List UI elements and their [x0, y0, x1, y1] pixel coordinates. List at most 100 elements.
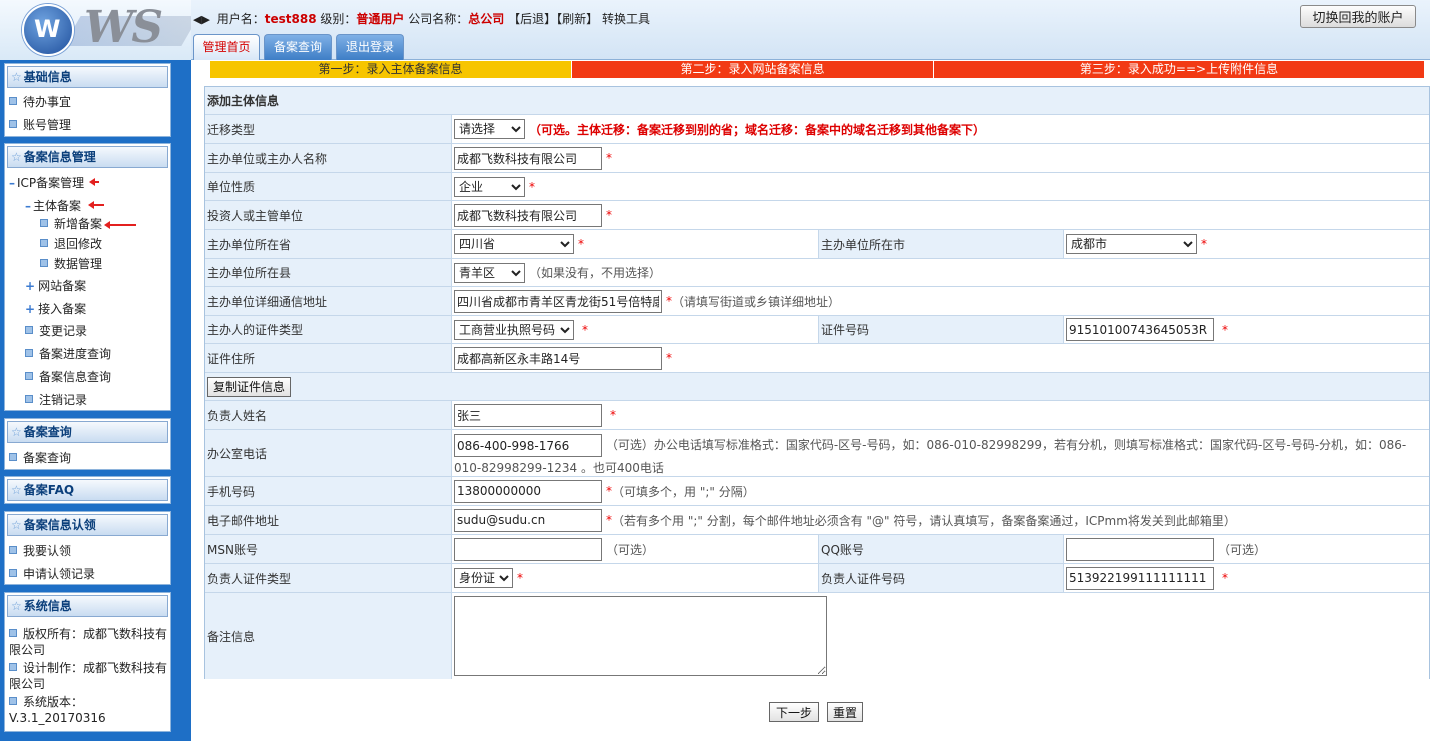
- province-label: 主办单位所在省: [205, 230, 452, 258]
- sidebar-item-access[interactable]: + 接入备案: [25, 300, 86, 317]
- row-mobile: 手机号码 * （可填多个，用 ";" 分隔）: [205, 477, 1429, 506]
- sidebar-item-todo[interactable]: 待办事宜: [9, 93, 71, 110]
- copy-cert-button[interactable]: 复制证件信息: [207, 376, 292, 397]
- sidebar-item-query[interactable]: 备案查询: [9, 449, 71, 466]
- app-logo: W WS: [0, 0, 199, 60]
- msn-input[interactable]: [454, 537, 602, 561]
- address-input[interactable]: [454, 289, 662, 313]
- county-label: 主办单位所在县: [205, 259, 452, 286]
- row-remark: 备注信息: [205, 593, 1429, 679]
- org-nature-select[interactable]: 企业: [454, 176, 525, 197]
- person-name-input[interactable]: [454, 403, 602, 427]
- migrate-type-select[interactable]: 请选择: [454, 119, 525, 139]
- red-arrow-icon: [89, 178, 99, 186]
- square-icon: [9, 120, 17, 128]
- cert-no-input[interactable]: [1066, 318, 1214, 341]
- top-bar: ◀▶ 用户名：test888 级别：普通用户 公司名称：总公司 【后退】【刷新】…: [191, 0, 1430, 60]
- office-phone-input[interactable]: [454, 434, 602, 457]
- sidebar-item-subject[interactable]: – 主体备案: [25, 197, 81, 214]
- cert-type-select[interactable]: 工商营业执照号码: [454, 319, 574, 340]
- email-input[interactable]: [454, 508, 602, 532]
- row-cert: 主办人的证件类型 工商营业执照号码 * 证件号码 *: [205, 316, 1429, 344]
- square-icon: [25, 349, 33, 357]
- minus-icon: –: [9, 176, 15, 190]
- row-person-cert: 负责人证件类型 身份证 * 负责人证件号码 *: [205, 564, 1429, 593]
- back-link[interactable]: 【后退】: [508, 12, 556, 26]
- msn-label: MSN账号: [205, 535, 452, 563]
- sidebar-item-claim-records[interactable]: 申请认领记录: [9, 565, 95, 582]
- square-icon: [9, 546, 17, 554]
- sidebar-item-progress[interactable]: 备案进度查询: [25, 345, 111, 362]
- investor-label: 投资人或主管单位: [205, 201, 452, 229]
- sidebar-item-info-query[interactable]: 备案信息查询: [25, 368, 111, 385]
- sidebar-item-change[interactable]: 变更记录: [25, 322, 87, 339]
- square-icon: [25, 326, 33, 334]
- address-hint: （请填写街道或乡镇详细地址）: [672, 294, 841, 309]
- row-org-nature: 单位性质 企业 *: [205, 173, 1429, 201]
- sidebar: ☆ 基础信息 待办事宜 账号管理 ☆ 备案信息管理 – ICP备案管理 – 主体备案 新…: [0, 60, 191, 741]
- org-name-label: 主办单位或主办人名称: [205, 144, 452, 172]
- square-icon: [9, 629, 17, 637]
- step-3: 第三步：录入成功==>上传附件信息: [934, 61, 1424, 78]
- sidebar-item-cancel[interactable]: 注销记录: [25, 391, 87, 408]
- sidebar-item-account[interactable]: 账号管理: [9, 116, 71, 133]
- tab-logout[interactable]: 退出登录: [336, 34, 404, 60]
- form-section-title: 添加主体信息: [205, 87, 1429, 114]
- red-arrow-icon: [104, 221, 136, 229]
- row-address: 主办单位详细通信地址 * （请填写街道或乡镇详细地址）: [205, 287, 1429, 316]
- address-label: 主办单位详细通信地址: [205, 287, 452, 315]
- next-step-button[interactable]: 下一步: [769, 702, 819, 722]
- person-name-label: 负责人姓名: [205, 401, 452, 429]
- row-person-name: 负责人姓名 *: [205, 401, 1429, 430]
- square-icon: [9, 663, 17, 671]
- city-select[interactable]: 成都市: [1066, 234, 1197, 254]
- sidebar-section-faq[interactable]: ☆ 备案FAQ: [4, 476, 171, 504]
- org-name-input[interactable]: [454, 146, 602, 170]
- investor-input[interactable]: [454, 203, 602, 227]
- email-hint: （若有多个用 ";" 分割，每个邮件地址必须含有 "@" 符号，请认真填写，备案…: [612, 513, 1236, 528]
- user-info: ◀▶ 用户名：test888 级别：普通用户 公司名称：总公司 【后退】【刷新】…: [193, 10, 650, 27]
- plus-icon: +: [25, 302, 36, 316]
- mobile-input[interactable]: [454, 479, 602, 503]
- convert-tool-link[interactable]: 转换工具: [602, 12, 650, 26]
- section-title: 备案信息管理: [23, 150, 96, 164]
- switch-account-button[interactable]: 切换回我的账户: [1300, 5, 1416, 28]
- row-office-phone: 办公室电话 （可选）办公电话填写标准格式：国家代码-区号-号码，如：086-01…: [205, 430, 1429, 477]
- row-copy-cert: 复制证件信息: [205, 373, 1429, 401]
- row-email: 电子邮件地址 * （若有多个用 ";" 分割，每个邮件地址必须含有 "@" 符号…: [205, 506, 1429, 535]
- remark-label: 备注信息: [205, 593, 452, 679]
- sidebar-item-new-record[interactable]: 新增备案: [40, 215, 102, 232]
- sidebar-design: 设计制作：成都飞数科技有限公司: [9, 661, 168, 691]
- minus-icon: –: [25, 199, 31, 213]
- red-arrow-icon: [88, 201, 104, 209]
- county-select[interactable]: 青羊区: [454, 262, 525, 283]
- level-value: 普通用户: [356, 12, 405, 26]
- star-icon: ☆: [11, 70, 22, 84]
- sidebar-item-claim[interactable]: 我要认领: [9, 542, 71, 559]
- cert-addr-input[interactable]: [454, 346, 662, 370]
- row-migrate-type: 迁移类型 请选择 （可选。主体迁移：备案迁移到别的省；域名迁移：备案中的域名迁移…: [205, 115, 1429, 144]
- sidebar-item-website[interactable]: + 网站备案: [25, 277, 86, 294]
- tab-home[interactable]: 管理首页: [193, 34, 260, 60]
- sidebar-item-data[interactable]: 数据管理: [40, 255, 102, 272]
- square-icon: [9, 697, 17, 705]
- tab-record-query[interactable]: 备案查询: [264, 34, 332, 60]
- person-cert-no-input[interactable]: [1066, 566, 1214, 590]
- person-cert-type-select[interactable]: 身份证: [454, 568, 513, 588]
- sidebar-item-icp[interactable]: – ICP备案管理: [9, 174, 84, 191]
- sidebar-item-return[interactable]: 退回修改: [40, 235, 102, 252]
- section-title: 备案信息认领: [23, 518, 96, 532]
- square-icon: [25, 395, 33, 403]
- province-select[interactable]: 四川省: [454, 234, 574, 254]
- step-2: 第二步：录入网站备案信息: [572, 61, 933, 78]
- section-title: 备案查询: [23, 425, 72, 439]
- city-label: 主办单位所在市: [818, 230, 1064, 258]
- level-label: 级别：: [320, 12, 357, 26]
- refresh-link[interactable]: 【刷新】: [556, 12, 598, 26]
- reset-button[interactable]: 重置: [827, 702, 863, 722]
- star-icon: ☆: [11, 599, 22, 613]
- row-org-name: 主办单位或主办人名称 *: [205, 144, 1429, 173]
- collapse-toggle-icon[interactable]: ◀▶: [193, 13, 210, 26]
- qq-input[interactable]: [1066, 537, 1214, 561]
- remark-textarea[interactable]: [454, 596, 827, 676]
